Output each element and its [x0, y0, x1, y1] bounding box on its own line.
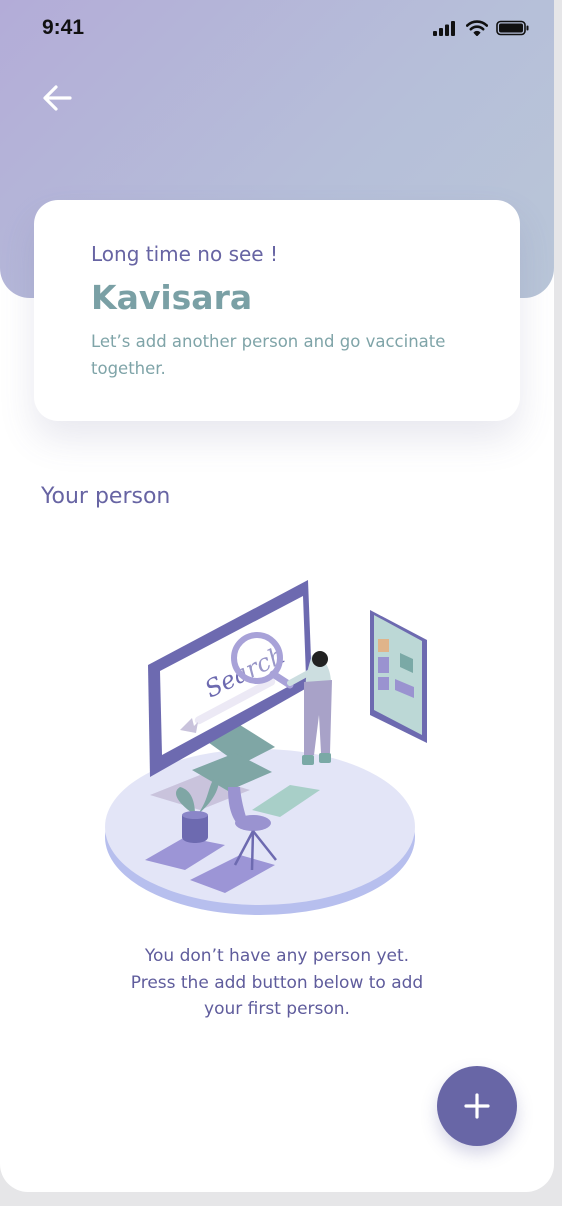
add-person-button[interactable]: [437, 1066, 517, 1146]
empty-state-line: You don’t have any person yet.: [144, 946, 410, 966]
user-name: Kavisara: [91, 278, 253, 317]
empty-state-line: your first person.: [204, 999, 350, 1019]
back-button[interactable]: [40, 80, 76, 116]
status-time: 9:41: [42, 16, 85, 39]
plus-icon: [464, 1093, 490, 1119]
empty-state-message: You don’t have any person yet. Press the…: [107, 943, 447, 1023]
status-icons: [432, 20, 530, 36]
greeting-text: Long time no see !: [91, 242, 278, 266]
battery-icon: [496, 20, 529, 36]
empty-state-illustration: Search: [105, 580, 427, 915]
welcome-card: Long time no see ! Kavisara Let’s add an…: [34, 200, 520, 421]
signal-icon: [433, 21, 455, 36]
app-screen: 9:41 Long time no see ! Kavisara Let’s a…: [0, 0, 554, 1192]
arrow-left-icon: [43, 85, 72, 111]
empty-state-line: Press the add button below to add: [130, 972, 424, 993]
section-title: Your person: [41, 484, 171, 509]
wifi-icon: [466, 20, 488, 36]
welcome-message: Let’s add another person and go vaccinat…: [91, 332, 446, 378]
